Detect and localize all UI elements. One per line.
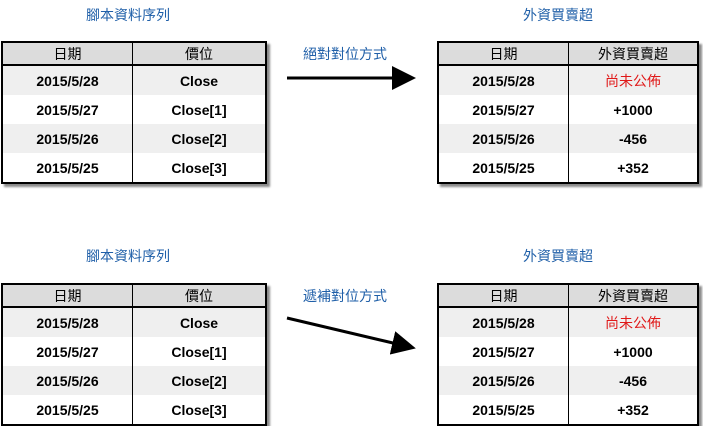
mapping-arrows [286,66,416,355]
fill-mapping-arrow [286,316,416,355]
